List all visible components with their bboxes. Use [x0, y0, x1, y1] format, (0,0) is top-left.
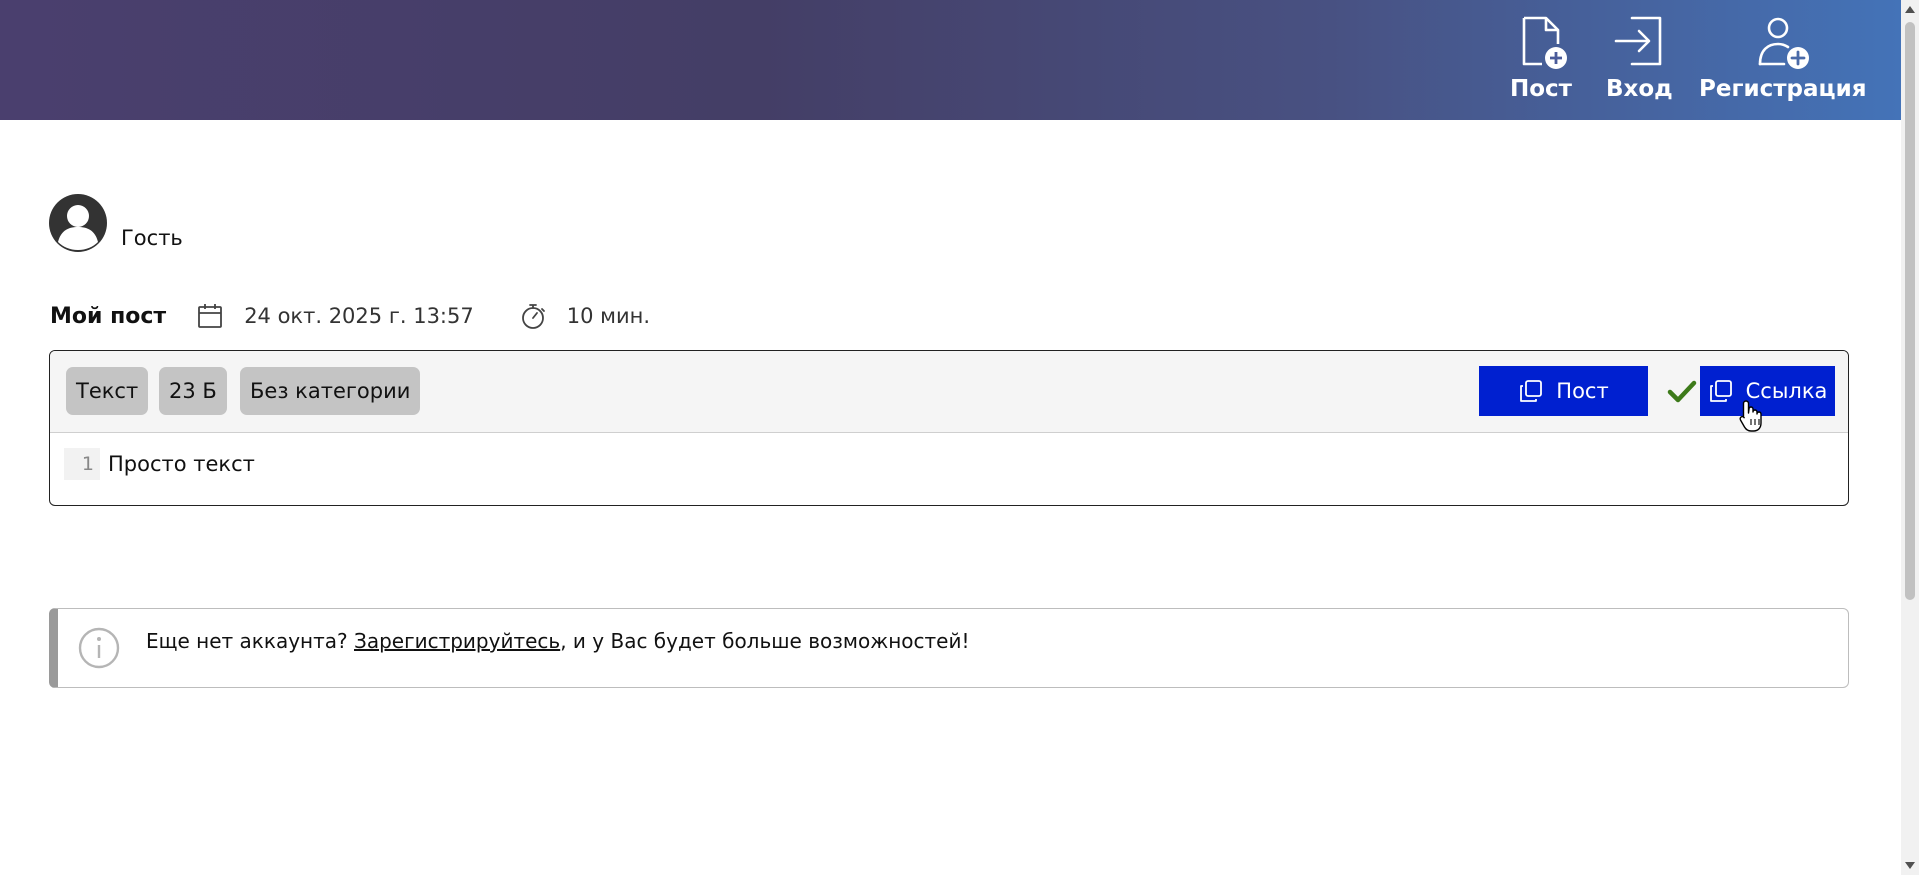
login-icon: [1615, 16, 1662, 66]
code-line: Просто текст: [108, 452, 255, 476]
copy-post-button[interactable]: Пост: [1479, 366, 1648, 416]
top-header: Пост Вход Регистрация: [0, 0, 1901, 120]
nav-login[interactable]: Вход: [1606, 14, 1673, 102]
post-expiry: 10 мин.: [566, 304, 651, 328]
copy-post-label: Пост: [1556, 379, 1609, 403]
calendar-icon: [198, 304, 223, 328]
nav-register-label: Регистрация: [1699, 76, 1867, 102]
hand-cursor-icon: [1739, 400, 1762, 432]
user-avatar-icon: [49, 194, 107, 252]
copy-icon: [1520, 380, 1543, 402]
author-name: Гость: [121, 226, 183, 250]
line-number: 1: [64, 448, 100, 480]
code-area[interactable]: 1 Просто текст: [50, 432, 1848, 505]
nav-new-post[interactable]: Пост: [1510, 14, 1572, 102]
scroll-up-arrow-icon[interactable]: [1905, 6, 1915, 13]
post-date: 24 окт. 2025 г. 13:57: [244, 304, 474, 328]
info-prefix: Еще нет аккаунта?: [146, 629, 354, 653]
scroll-thumb[interactable]: [1905, 22, 1915, 600]
info-text: Еще нет аккаунта? Зарегистрируйтесь, и у…: [146, 609, 970, 673]
timer-icon: [521, 304, 545, 329]
info-icon: [78, 627, 120, 669]
nav-register[interactable]: Регистрация: [1699, 14, 1866, 102]
post-content-box: Текст 23 Б Без категории Пост Ссылка 1 П…: [49, 350, 1849, 506]
info-banner: Еще нет аккаунта? Зарегистрируйтесь, и у…: [49, 608, 1849, 688]
badge-size: 23 Б: [159, 367, 227, 415]
post-toolbar: Текст 23 Б Без категории Пост Ссылка: [50, 351, 1848, 433]
nav-login-label: Вход: [1606, 76, 1673, 102]
user-plus-icon: [1758, 17, 1809, 69]
copy-icon: [1709, 380, 1732, 402]
nav-new-post-label: Пост: [1510, 76, 1573, 102]
post-meta: Мой пост 24 окт. 2025 г. 13:57 10 мин.: [50, 298, 650, 334]
scroll-down-arrow-icon[interactable]: [1905, 862, 1915, 869]
copy-link-button[interactable]: Ссылка: [1700, 366, 1835, 416]
register-link[interactable]: Зарегистрируйтесь: [354, 629, 560, 653]
file-plus-icon: [1522, 16, 1567, 69]
info-suffix: , и у Вас будет больше возможностей!: [560, 629, 970, 653]
scrollbar[interactable]: [1901, 0, 1919, 875]
badge-category: Без категории: [240, 367, 421, 415]
post-title: Мой пост: [50, 303, 167, 329]
badge-type: Текст: [66, 367, 149, 415]
author-row: Гость: [49, 194, 183, 252]
checkmark-icon: [1667, 380, 1697, 403]
